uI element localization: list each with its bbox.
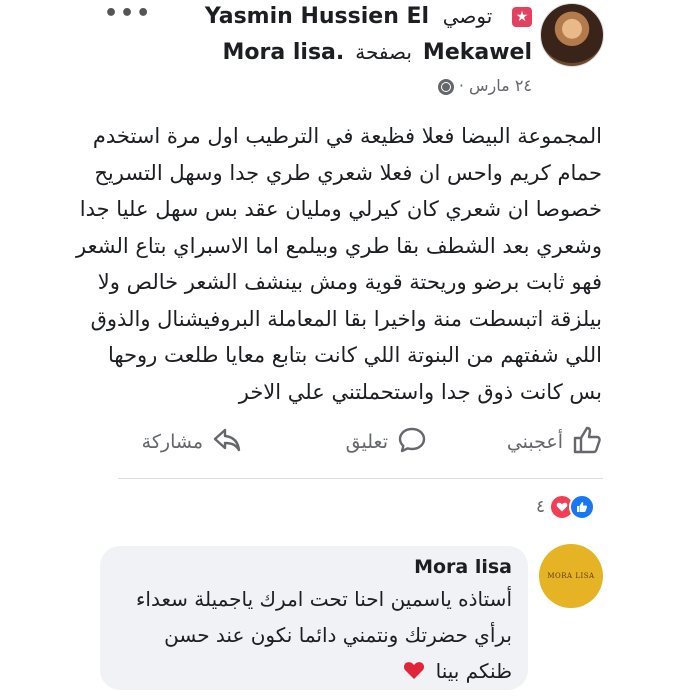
comment-text-line-last: ظنكم بينا: [92, 653, 512, 691]
recommend-star-icon: ★: [512, 7, 532, 27]
page-name-link[interactable]: Mora lisa.: [223, 40, 345, 65]
page-avatar-logo-text: MORA LISA: [547, 572, 595, 580]
post-meta: ٢٤ مارس ·: [437, 76, 532, 95]
recommend-label: توصي: [442, 4, 493, 28]
post-text-line: المجموعة البيضا فعلا فظيعة في الترطيب او…: [92, 124, 602, 148]
author-name-continued[interactable]: Mekawel: [423, 40, 532, 65]
comment-label: تعليق: [345, 431, 388, 453]
reactions-summary[interactable]: ٤: [536, 494, 596, 520]
post-text-line: وشعري بعد الشطف بقا طري وبيلمع اما الاسب…: [76, 233, 602, 258]
post-text-line: اللي شفتهم من البنوتة اللي كانت بتابع مع…: [107, 343, 602, 367]
divider: [118, 478, 603, 479]
comment-text-last: ظنكم بينا: [435, 659, 512, 683]
share-label: مشاركة: [141, 431, 203, 453]
like-icon: [569, 494, 596, 520]
author-name[interactable]: Yasmin Hussien El: [205, 4, 429, 29]
reaction-count: ٤: [536, 497, 546, 517]
page-preposition: بصفحة: [355, 40, 412, 64]
author-avatar[interactable]: [540, 3, 604, 67]
globe-icon: [437, 78, 454, 95]
post-actions-bar: أعجبني تعليق مشاركة: [118, 420, 603, 464]
comment-text-line: برأي حضرتك ونتمني دائما نكون عند حسن: [164, 623, 512, 647]
more-options-button[interactable]: •••: [104, 3, 152, 25]
thumbs-up-icon: [571, 424, 603, 461]
share-arrow-icon: [211, 424, 243, 461]
post-text-line: بس كانت ذوق جدا واستحملتني علي الاخر: [238, 379, 602, 404]
post-header-line: Yasmin Hussien El توصي ★: [205, 4, 532, 29]
page-avatar[interactable]: MORA LISA: [539, 544, 603, 608]
post-text-line: فهو ثابت برضو وريحتة قوية ومش بينشف الشع…: [97, 270, 602, 294]
share-button[interactable]: مشاركة: [142, 420, 243, 464]
post-body: المجموعة البيضا فعلا فظيعة في الترطيب او…: [76, 118, 602, 410]
comment-text: أستاذه ياسمين احنا تحت امرك ياجميلة سعدا…: [92, 581, 512, 691]
post-text-line: بيلزقة اتبسطت منة واخيرا بقا المعاملة ال…: [90, 306, 602, 331]
like-label: أعجبني: [506, 431, 563, 453]
like-button[interactable]: أعجبني: [507, 420, 603, 464]
speech-bubble-icon: [396, 424, 428, 461]
post-text-line: خصوصا ان شعري كان كيرلي ومليان عقد بس سه…: [79, 197, 602, 221]
comment-author[interactable]: Mora lisa: [414, 556, 512, 578]
post-date[interactable]: ٢٤ مارس ·: [459, 76, 532, 95]
post-text-line: حمام كريم واحس ان فعلا شعري طري جدا وسهل…: [94, 160, 602, 185]
comment-button[interactable]: تعليق: [346, 420, 428, 464]
post-header-line-2: Mora lisa. بصفحة Mekawel: [223, 40, 533, 65]
heart-icon: [403, 655, 425, 691]
comment-text-line: أستاذه ياسمين احنا تحت امرك ياجميلة سعدا…: [136, 587, 512, 611]
